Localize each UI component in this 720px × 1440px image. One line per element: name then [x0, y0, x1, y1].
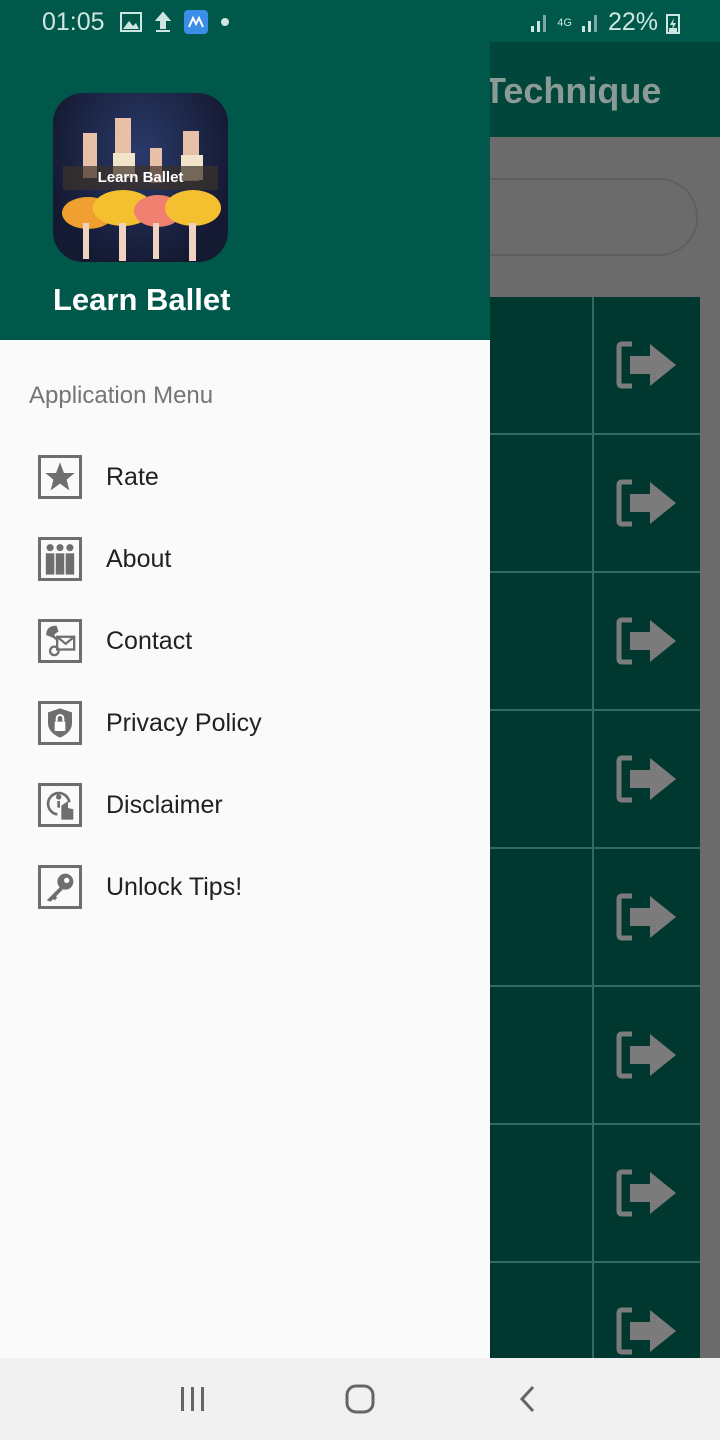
row-action: [594, 297, 700, 433]
recent-apps-button[interactable]: [163, 1374, 223, 1424]
system-nav-bar: [0, 1358, 720, 1440]
row-content: [490, 849, 594, 985]
exit-arrow-icon: [616, 341, 676, 389]
exit-arrow-icon: [616, 893, 676, 941]
status-time: 01:05: [42, 8, 105, 36]
background-list-row: [490, 987, 700, 1125]
menu-item-rate[interactable]: Rate: [0, 436, 490, 518]
background-list-row: [490, 573, 700, 711]
recent-apps-icon: [181, 1387, 205, 1411]
logo-caption: Learn Ballet: [63, 166, 218, 190]
people-icon: [38, 537, 82, 581]
background-list-row: [490, 297, 700, 435]
exit-arrow-icon: [616, 617, 676, 665]
app-logo: Learn Ballet: [53, 93, 228, 262]
menu-item-label: About: [106, 544, 172, 573]
background-list: [490, 297, 700, 1401]
upload-icon: [154, 11, 172, 32]
back-button[interactable]: [497, 1374, 557, 1424]
row-action: [594, 987, 700, 1123]
app-notification-icon: [184, 10, 208, 34]
key-icon: [38, 865, 82, 909]
shield-lock-icon: [38, 701, 82, 745]
battery-percent: 22%: [607, 8, 658, 36]
drawer-menu: Rate About Contact Privacy Policy Discla…: [0, 436, 490, 928]
row-action: [594, 435, 700, 571]
background-toolbar: Technique: [484, 42, 720, 137]
network-type: 4G: [557, 16, 572, 29]
menu-item-label: Contact: [106, 626, 193, 655]
menu-item-label: Disclaimer: [106, 790, 223, 819]
row-content: [490, 987, 594, 1123]
back-icon: [519, 1385, 534, 1413]
row-content: [490, 711, 594, 847]
exit-arrow-icon: [616, 1169, 676, 1217]
app-name: Learn Ballet: [53, 282, 231, 317]
menu-item-label: Rate: [106, 462, 159, 491]
signal-icon: [581, 14, 597, 32]
background-list-row: [490, 1125, 700, 1263]
home-button[interactable]: [330, 1374, 390, 1424]
navigation-drawer: Learn Ballet Learn Ballet Application Me…: [0, 0, 490, 1358]
row-content: [490, 1125, 594, 1261]
row-content: [490, 297, 594, 433]
row-action: [594, 849, 700, 985]
exit-arrow-icon: [616, 1307, 676, 1355]
row-content: [490, 435, 594, 571]
exit-arrow-icon: [616, 479, 676, 527]
menu-item-label: Unlock Tips!: [106, 872, 243, 901]
menu-item-contact[interactable]: Contact: [0, 600, 490, 682]
background-list-row: [490, 849, 700, 987]
image-icon: [120, 12, 142, 32]
dot-icon: [221, 18, 229, 26]
info-icon: [38, 783, 82, 827]
menu-item-privacy-policy[interactable]: Privacy Policy: [0, 682, 490, 764]
section-title: Application Menu: [29, 382, 214, 409]
menu-item-unlock-tips[interactable]: Unlock Tips!: [0, 846, 490, 928]
menu-item-about[interactable]: About: [0, 518, 490, 600]
background-list-row: [490, 711, 700, 849]
home-icon: [345, 1384, 375, 1414]
menu-item-label: Privacy Policy: [106, 708, 262, 737]
menu-item-disclaimer[interactable]: Disclaimer: [0, 764, 490, 846]
signal-icon: [531, 14, 547, 32]
background-list-row: [490, 435, 700, 573]
drawer-header: Learn Ballet Learn Ballet: [0, 0, 490, 340]
row-content: [490, 573, 594, 709]
row-action: [594, 1125, 700, 1261]
battery-charging-icon: [666, 13, 680, 34]
star-icon: [38, 455, 82, 499]
contact-icon: [38, 619, 82, 663]
row-action: [594, 711, 700, 847]
background-title: Technique: [484, 70, 662, 111]
status-bar: 01:05 4G 22%: [0, 0, 720, 42]
row-action: [594, 573, 700, 709]
exit-arrow-icon: [616, 755, 676, 803]
exit-arrow-icon: [616, 1031, 676, 1079]
